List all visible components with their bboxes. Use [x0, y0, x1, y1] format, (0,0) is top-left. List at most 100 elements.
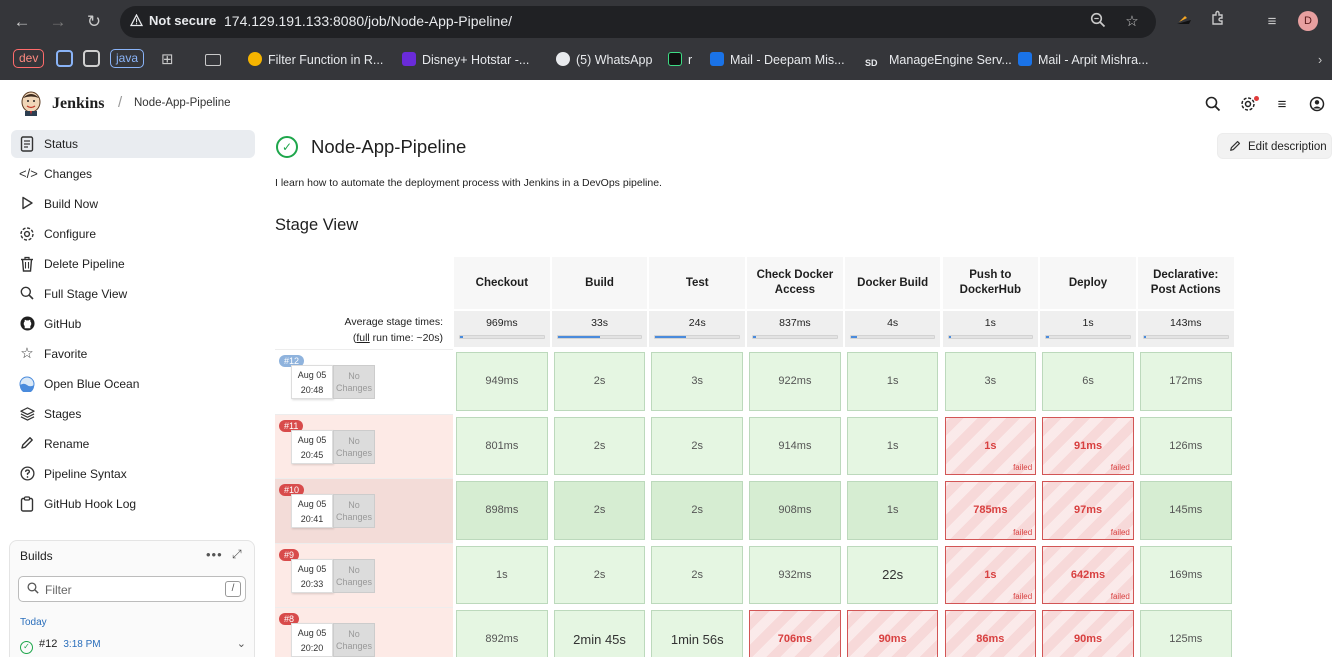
app-title[interactable]: Jenkins — [52, 95, 104, 113]
stage-cell[interactable]: 125ms — [1139, 610, 1232, 657]
back-icon[interactable]: ← — [10, 10, 34, 34]
apps-grid-icon[interactable]: ⊞ — [161, 50, 174, 70]
edit-description-button[interactable]: Edit description — [1217, 133, 1332, 159]
extensions-icon[interactable] — [1206, 10, 1230, 34]
stage-cell[interactable]: 922ms — [749, 352, 841, 411]
jenkins-logo-icon[interactable] — [20, 90, 42, 116]
stage-cell[interactable]: 2s — [553, 545, 646, 604]
build-row-header[interactable]: #11 Aug 05 20:45 No Changes — [275, 413, 453, 478]
stage-cell[interactable]: 914ms — [749, 416, 841, 475]
bookmark-filter-function[interactable]: Filter Function in R... — [248, 50, 383, 70]
stage-cell[interactable]: 97ms failed — [1042, 481, 1134, 540]
stage-cell[interactable]: 1s — [846, 352, 939, 411]
stage-cell[interactable]: 1s failed — [944, 545, 1037, 604]
stage-cell[interactable]: 2s — [651, 481, 744, 540]
profile-avatar[interactable]: D — [1298, 11, 1318, 31]
chevron-down-icon[interactable]: ⌄ — [237, 635, 246, 653]
bookmarks-overflow-icon[interactable]: › — [1318, 50, 1322, 70]
bookmark-hotstar[interactable]: Disney+ Hotstar -... — [402, 50, 529, 70]
stage-cell[interactable]: 22s — [846, 545, 939, 604]
sidebar-item-full-stage-view[interactable]: Full Stage View — [11, 280, 255, 308]
address-bar[interactable]: Not secure 174.129.191.133:8080/job/Node… — [120, 6, 1156, 38]
stage-cell[interactable]: 91ms failed — [1042, 416, 1134, 475]
stage-cell[interactable]: 898ms — [456, 481, 548, 540]
bookmark-mail-deepam[interactable]: Mail - Deepam Mis... — [710, 50, 845, 70]
stage-cell[interactable]: 2s — [553, 352, 646, 411]
sidebar-item-changes[interactable]: </> Changes — [11, 160, 255, 188]
stage-cell[interactable]: 1s — [846, 481, 939, 540]
sidebar-item-configure[interactable]: Configure — [11, 220, 255, 248]
build-number[interactable]: #12 — [39, 638, 57, 650]
more-options-icon[interactable]: ••• — [206, 547, 223, 562]
stage-cell[interactable]: 706msfailed — [749, 610, 841, 657]
sidebar-item-favorite[interactable]: ☆ Favorite — [11, 340, 255, 368]
bookmark-square-icon[interactable] — [56, 50, 73, 67]
stage-cell[interactable]: 2s — [553, 481, 646, 540]
stage-cell[interactable]: 2s — [651, 416, 744, 475]
bookmark-star-icon[interactable]: ☆ — [1122, 12, 1142, 32]
stage-cell[interactable]: 932ms — [749, 545, 841, 604]
stage-cell[interactable]: 86msfailed — [944, 610, 1037, 657]
stage-cell[interactable]: 90msfailed — [1042, 610, 1134, 657]
stage-cell[interactable]: 908ms — [749, 481, 841, 540]
sidebar-item-delete-pipeline[interactable]: Delete Pipeline — [11, 250, 255, 278]
stage-cell[interactable]: 3s — [651, 352, 744, 411]
forward-icon[interactable]: → — [46, 10, 70, 34]
bookmark-folder-java[interactable]: java — [110, 49, 145, 68]
stage-cell[interactable]: 2min 45s — [553, 610, 646, 657]
security-indicator[interactable]: Not secure — [129, 13, 216, 28]
bookmark-folder-dev[interactable]: dev — [13, 49, 45, 68]
stage-cell[interactable]: 169ms — [1139, 545, 1232, 604]
stage-duration: 2s — [691, 568, 704, 581]
stage-cell[interactable]: 3s — [944, 352, 1037, 411]
sidebar-item-rename[interactable]: Rename — [11, 430, 255, 458]
sidebar-item-open-blue-ocean[interactable]: Open Blue Ocean — [11, 370, 255, 398]
stage-cell[interactable]: 2s — [651, 545, 744, 604]
sidebar-item-build-now[interactable]: Build Now — [11, 190, 255, 218]
sidebar-item-pipeline-syntax[interactable]: Pipeline Syntax — [11, 460, 255, 488]
extension-pin-icon[interactable] — [1172, 10, 1196, 34]
expand-icon[interactable]: ⤢ — [232, 547, 242, 562]
sidebar-item-github[interactable]: GitHub — [11, 310, 255, 338]
stage-cell[interactable]: 145ms — [1139, 481, 1232, 540]
build-row-header[interactable]: #12 Aug 05 20:48 No Changes — [275, 349, 453, 414]
zoom-icon[interactable] — [1088, 12, 1108, 32]
build-row-header[interactable]: #8 Aug 05 20:20 No Changes — [275, 607, 453, 657]
stage-cell[interactable]: 642ms failed — [1042, 545, 1134, 604]
sidebar-item-stages[interactable]: Stages — [11, 400, 255, 428]
reload-icon[interactable]: ↻ — [82, 10, 106, 34]
url-text[interactable]: 174.129.191.133:8080/job/Node-App-Pipeli… — [224, 13, 512, 29]
media-queue-icon[interactable]: ≡ — [1260, 10, 1284, 34]
stage-cell[interactable]: 1s — [456, 545, 548, 604]
user-account-icon[interactable] — [1308, 96, 1326, 114]
bookmark-manageengine[interactable]: SD ManageEngine Serv... — [865, 50, 1012, 70]
stage-cell[interactable]: 6s — [1042, 352, 1134, 411]
bookmark-whatsapp[interactable]: (5) WhatsApp — [556, 50, 652, 70]
full-run-time-link[interactable]: full — [356, 332, 369, 344]
stage-cell[interactable]: 1min 56s — [651, 610, 744, 657]
sidebar-item-github-hook-log[interactable]: GitHub Hook Log — [11, 490, 255, 518]
build-row-header[interactable]: #9 Aug 05 20:33 No Changes — [275, 542, 453, 607]
bookmark-mail-arpit[interactable]: Mail - Arpit Mishra... — [1018, 50, 1148, 70]
bookmark-r[interactable]: r — [668, 50, 692, 70]
stage-cell[interactable]: 2s — [553, 416, 646, 475]
stage-cell[interactable]: 785ms failed — [944, 481, 1037, 540]
sidebar-item-status[interactable]: Status — [11, 130, 255, 158]
search-icon[interactable] — [1204, 96, 1222, 114]
stage-cell[interactable]: 126ms — [1139, 416, 1232, 475]
stage-cell[interactable]: 892ms — [456, 610, 548, 657]
build-row-header[interactable]: #10 Aug 05 20:41 No Changes — [275, 478, 453, 543]
stage-cell[interactable]: 801ms — [456, 416, 548, 475]
builds-filter[interactable]: / — [18, 576, 246, 602]
bookmark-folder-icon[interactable] — [205, 50, 227, 70]
stage-cell[interactable]: 1s — [846, 416, 939, 475]
builds-filter-input[interactable] — [45, 580, 215, 599]
build-row[interactable]: ✓ #12 3:18 PM ⌄ — [20, 635, 246, 654]
breadcrumb-job[interactable]: Node-App-Pipeline — [134, 97, 231, 109]
stage-cell[interactable]: 949ms — [456, 352, 548, 411]
stage-cell[interactable]: 90msfailed — [846, 610, 939, 657]
menu-icon[interactable]: ≡ — [1273, 96, 1291, 114]
stage-cell[interactable]: 1s failed — [944, 416, 1037, 475]
bookmark-square-icon[interactable] — [83, 50, 100, 67]
stage-cell[interactable]: 172ms — [1139, 352, 1232, 411]
